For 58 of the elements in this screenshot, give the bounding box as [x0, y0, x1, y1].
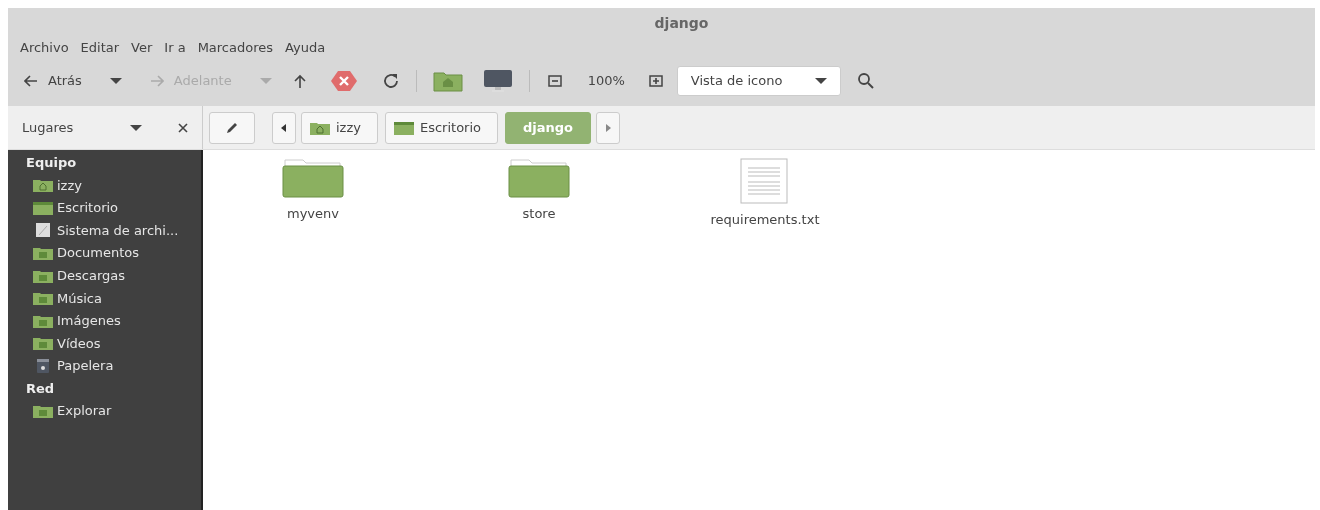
- folder-icon: [33, 268, 53, 283]
- file-item[interactable]: requirements.txt: [705, 158, 825, 230]
- stop-icon[interactable]: [329, 70, 358, 92]
- home-folder-icon: [310, 120, 330, 135]
- back-button[interactable]: Atrás: [16, 66, 90, 96]
- dropdown-icon[interactable]: [109, 78, 122, 84]
- sidebar-item[interactable]: Vídeos: [8, 332, 201, 355]
- arrow-icon: [24, 75, 38, 87]
- sidebar-item[interactable]: Explorar: [8, 399, 201, 422]
- folder-icon: [33, 336, 53, 351]
- text-file-icon: [740, 158, 790, 204]
- sidebar-item[interactable]: Sistema de archi...: [8, 219, 201, 242]
- zoom-out-icon[interactable]: [547, 75, 562, 87]
- sidebar-item[interactable]: Música: [8, 286, 201, 310]
- home-folder-icon[interactable]: [432, 70, 463, 92]
- menu-item[interactable]: Archivo: [16, 38, 73, 58]
- desktop-folder-icon: [393, 120, 414, 135]
- section-heading: Equipo: [25, 154, 78, 173]
- desktop-folder-icon: [33, 200, 53, 215]
- folder-icon: [33, 291, 53, 306]
- window-title: django: [654, 13, 709, 33]
- sidebar-item[interactable]: izzy: [8, 174, 201, 197]
- sidebar-item[interactable]: Papelera: [8, 354, 201, 378]
- sidebar-item[interactable]: Documentos: [8, 241, 201, 265]
- view-dropdown[interactable]: Vista de icono: [676, 66, 841, 96]
- folder-icon: [281, 158, 345, 198]
- sidebar-title: Lugares: [22, 118, 75, 137]
- scroll-left-button[interactable]: [272, 111, 296, 144]
- menu-item[interactable]: Marcadores: [193, 38, 278, 58]
- home-folder-icon: [33, 178, 53, 193]
- section-heading: Red: [25, 379, 56, 398]
- zoom-level: 100%: [587, 72, 625, 91]
- file-item[interactable]: myvenv: [253, 158, 373, 224]
- reload-icon[interactable]: [381, 72, 400, 90]
- path-button[interactable]: Escritorio: [384, 111, 498, 144]
- edit-icon: [225, 120, 239, 135]
- folder-icon: [33, 313, 53, 328]
- dropdown-icon[interactable]: [130, 124, 142, 131]
- search-icon[interactable]: [856, 72, 875, 90]
- monitor-icon[interactable]: [482, 69, 513, 93]
- drive-icon: [33, 223, 53, 238]
- folder-icon: [33, 246, 53, 261]
- caret-icon: [814, 78, 827, 84]
- file-item[interactable]: store: [479, 158, 599, 224]
- menu-item[interactable]: Editar: [76, 38, 124, 58]
- close-icon[interactable]: [178, 122, 188, 133]
- menu-item[interactable]: Ayuda: [281, 38, 330, 58]
- sidebar-item[interactable]: Descargas: [8, 264, 201, 287]
- path-button[interactable]: izzy: [301, 111, 378, 144]
- folder-icon: [507, 158, 571, 198]
- up-arrow-icon[interactable]: [293, 74, 306, 88]
- arrow-icon: [149, 75, 164, 87]
- sidebar-item[interactable]: Imágenes: [8, 309, 201, 333]
- menu-item[interactable]: Ver: [127, 38, 157, 58]
- zoom-in-icon[interactable]: [648, 75, 663, 87]
- sidebar-item[interactable]: Escritorio: [8, 196, 201, 220]
- menu-item[interactable]: Ir a: [160, 38, 190, 58]
- folder-icon: [33, 403, 53, 418]
